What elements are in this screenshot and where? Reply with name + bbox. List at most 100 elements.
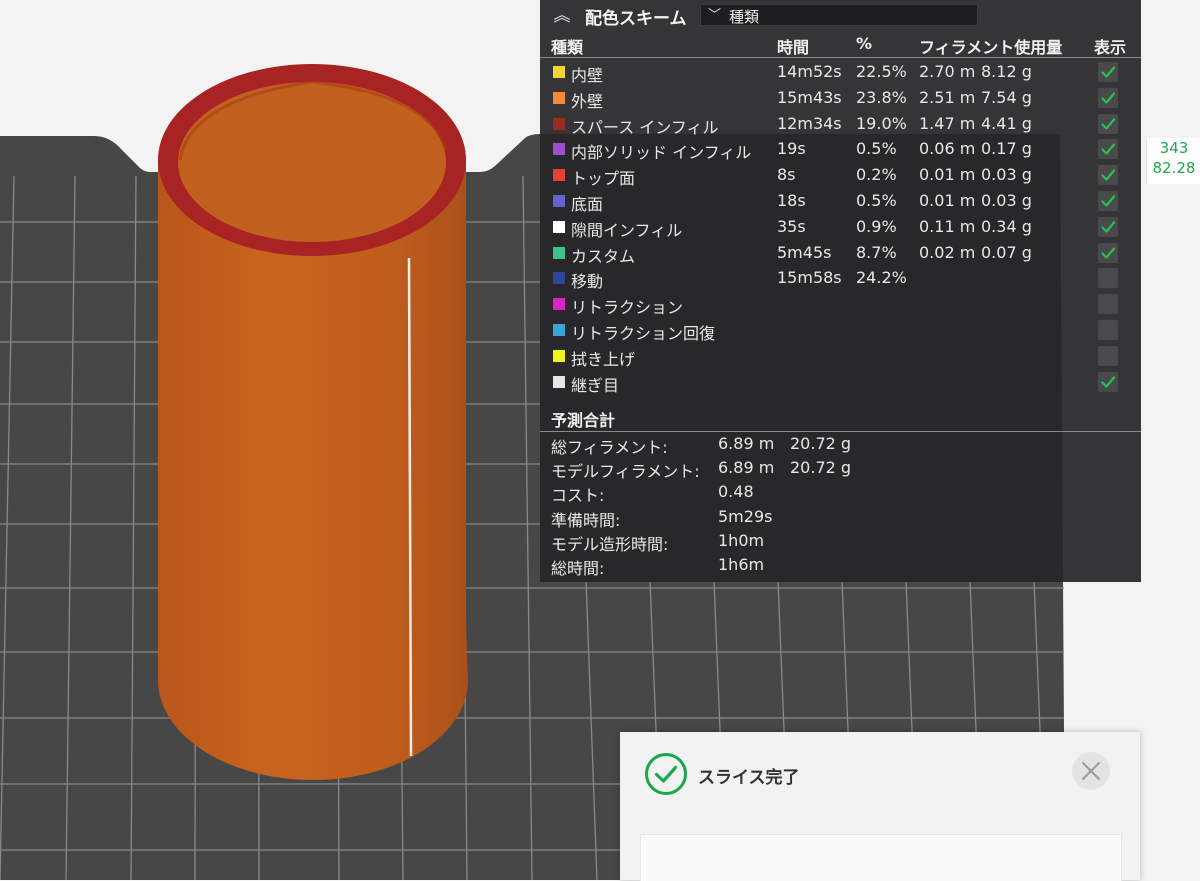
color-swatch <box>553 220 565 233</box>
color-swatch <box>553 91 565 104</box>
time-value: 18s <box>777 191 806 210</box>
check-icon <box>1101 221 1116 233</box>
color-swatch <box>553 349 565 362</box>
chevron-up-double-icon[interactable]: ︽ <box>550 4 574 28</box>
summary-value-primary: 6.89 m <box>718 458 775 478</box>
slice-complete-notification: スライス完了 <box>620 732 1140 881</box>
filament-weight-value: 7.54 g <box>981 87 1032 107</box>
feature-type-label: 移動 <box>571 272 604 292</box>
filament-weight-value: 4.41 g <box>981 113 1032 133</box>
summary-row: モデルフィラメント: 6.89 m 20.72 g <box>540 458 1141 482</box>
percent-value: 19.0% <box>856 113 907 133</box>
legend-row: 継ぎ目 <box>540 369 1141 395</box>
feature-type-label: 内壁 <box>571 66 604 85</box>
chevron-down-icon: ﹀ <box>708 8 722 23</box>
percent-value: 0.5% <box>856 139 897 159</box>
show-checkbox[interactable] <box>1098 113 1118 134</box>
show-checkbox[interactable] <box>1098 371 1118 392</box>
feature-type-label: 拭き上げ <box>571 349 636 369</box>
time-value: 8s <box>777 165 796 185</box>
summary-label: 総フィラメント: <box>551 438 668 457</box>
check-icon <box>1101 117 1116 130</box>
filament-length-value: 2.70 m <box>919 62 976 81</box>
summary-row: 準備時間: 5m29s <box>540 507 1141 531</box>
column-header-percent: % <box>856 34 873 53</box>
summary-value-primary: 1h0m <box>718 530 765 550</box>
color-swatch <box>553 272 565 285</box>
column-header-type: 種類 <box>551 38 584 57</box>
color-swatch <box>553 324 565 336</box>
filament-length-value: 0.01 m <box>919 165 976 185</box>
color-swatch <box>553 169 565 182</box>
color-swatch <box>553 66 565 78</box>
show-checkbox[interactable] <box>1098 294 1118 315</box>
summary-value-primary: 6.89 m <box>718 434 775 453</box>
feature-type-label: 底面 <box>571 195 604 214</box>
color-swatch <box>553 375 565 388</box>
check-circle-icon <box>644 752 688 800</box>
check-icon <box>1101 375 1116 388</box>
side-readout: 343 82.28 <box>1146 138 1200 184</box>
show-checkbox[interactable] <box>1098 191 1118 211</box>
show-checkbox[interactable] <box>1098 165 1118 186</box>
percent-value: 8.7% <box>856 242 897 262</box>
legend-row: リトラクション <box>540 291 1141 317</box>
time-value: 12m34s <box>777 113 842 133</box>
legend-row: 隙間インフィル 35s 0.9% 0.11 m 0.34 g <box>540 214 1141 240</box>
filament-length-value: 0.02 m <box>919 242 976 262</box>
filament-length-value: 0.06 m <box>919 139 976 159</box>
filament-length-value: 2.51 m <box>919 87 976 107</box>
summary-row: 総フィラメント: 6.89 m 20.72 g <box>540 434 1141 458</box>
summary-label: 総時間: <box>551 559 605 578</box>
summary-row: コスト: 0.48 <box>540 482 1141 506</box>
filament-weight-value: 0.03 g <box>981 191 1032 210</box>
show-checkbox[interactable] <box>1098 345 1118 366</box>
time-value: 19s <box>777 139 806 159</box>
check-icon <box>1101 169 1116 181</box>
percent-value: 23.8% <box>856 87 907 107</box>
feature-type-label: スパース インフィル <box>571 117 719 137</box>
time-value: 15m58s <box>777 268 842 288</box>
legend-row: 移動 15m58s 24.2% <box>540 265 1141 291</box>
close-button[interactable] <box>1072 752 1110 790</box>
show-checkbox[interactable] <box>1098 320 1118 340</box>
color-scheme-dropdown[interactable]: ﹀ 種類 <box>700 4 978 26</box>
filament-weight-value: 0.34 g <box>981 216 1032 236</box>
feature-type-label: 隙間インフィル <box>571 220 683 240</box>
show-checkbox[interactable] <box>1098 62 1118 82</box>
column-header-show: 表示 <box>1094 38 1127 57</box>
column-header-time: 時間 <box>777 38 810 57</box>
legend-row: 外壁 15m43s 23.8% 2.51 m 7.54 g <box>540 85 1141 111</box>
summary-label: モデルフィラメント: <box>551 462 700 482</box>
summary-value-secondary: 20.72 g <box>790 434 852 453</box>
percent-value: 24.2% <box>856 268 907 288</box>
feature-type-label: カスタム <box>571 246 636 266</box>
summary-value-primary: 0.48 <box>718 482 754 502</box>
summary-label: 準備時間: <box>551 510 621 530</box>
filament-length-value: 0.11 m <box>919 216 976 236</box>
show-checkbox[interactable] <box>1098 139 1118 160</box>
filament-weight-value: 0.07 g <box>981 242 1032 262</box>
color-scheme-value: 種類 <box>729 8 760 26</box>
color-swatch <box>553 298 565 311</box>
check-icon <box>1101 246 1116 259</box>
percent-value: 0.2% <box>856 165 897 185</box>
check-icon <box>1101 66 1116 78</box>
feature-type-label: 外壁 <box>571 91 604 111</box>
show-checkbox[interactable] <box>1098 242 1118 263</box>
legend-header: ︽ 配色スキーム ﹀ 種類 <box>540 0 1141 31</box>
column-header-filament: フィラメント使用量 <box>919 38 1063 57</box>
notification-message: スライス完了 <box>698 768 800 788</box>
close-icon <box>1082 762 1100 780</box>
show-checkbox[interactable] <box>1098 87 1118 108</box>
side-readout-top: 343 <box>1159 139 1189 157</box>
show-checkbox[interactable] <box>1098 216 1118 237</box>
legend-row: 内壁 14m52s 22.5% 2.70 m 8.12 g <box>540 59 1141 85</box>
legend-row: リトラクション回復 <box>540 317 1141 343</box>
legend-row: スパース インフィル 12m34s 19.0% 1.47 m 4.41 g <box>540 111 1141 137</box>
divider <box>540 57 1141 58</box>
color-swatch <box>553 195 565 207</box>
percent-value: 22.5% <box>856 62 907 81</box>
show-checkbox[interactable] <box>1098 268 1118 289</box>
divider <box>540 431 1141 432</box>
